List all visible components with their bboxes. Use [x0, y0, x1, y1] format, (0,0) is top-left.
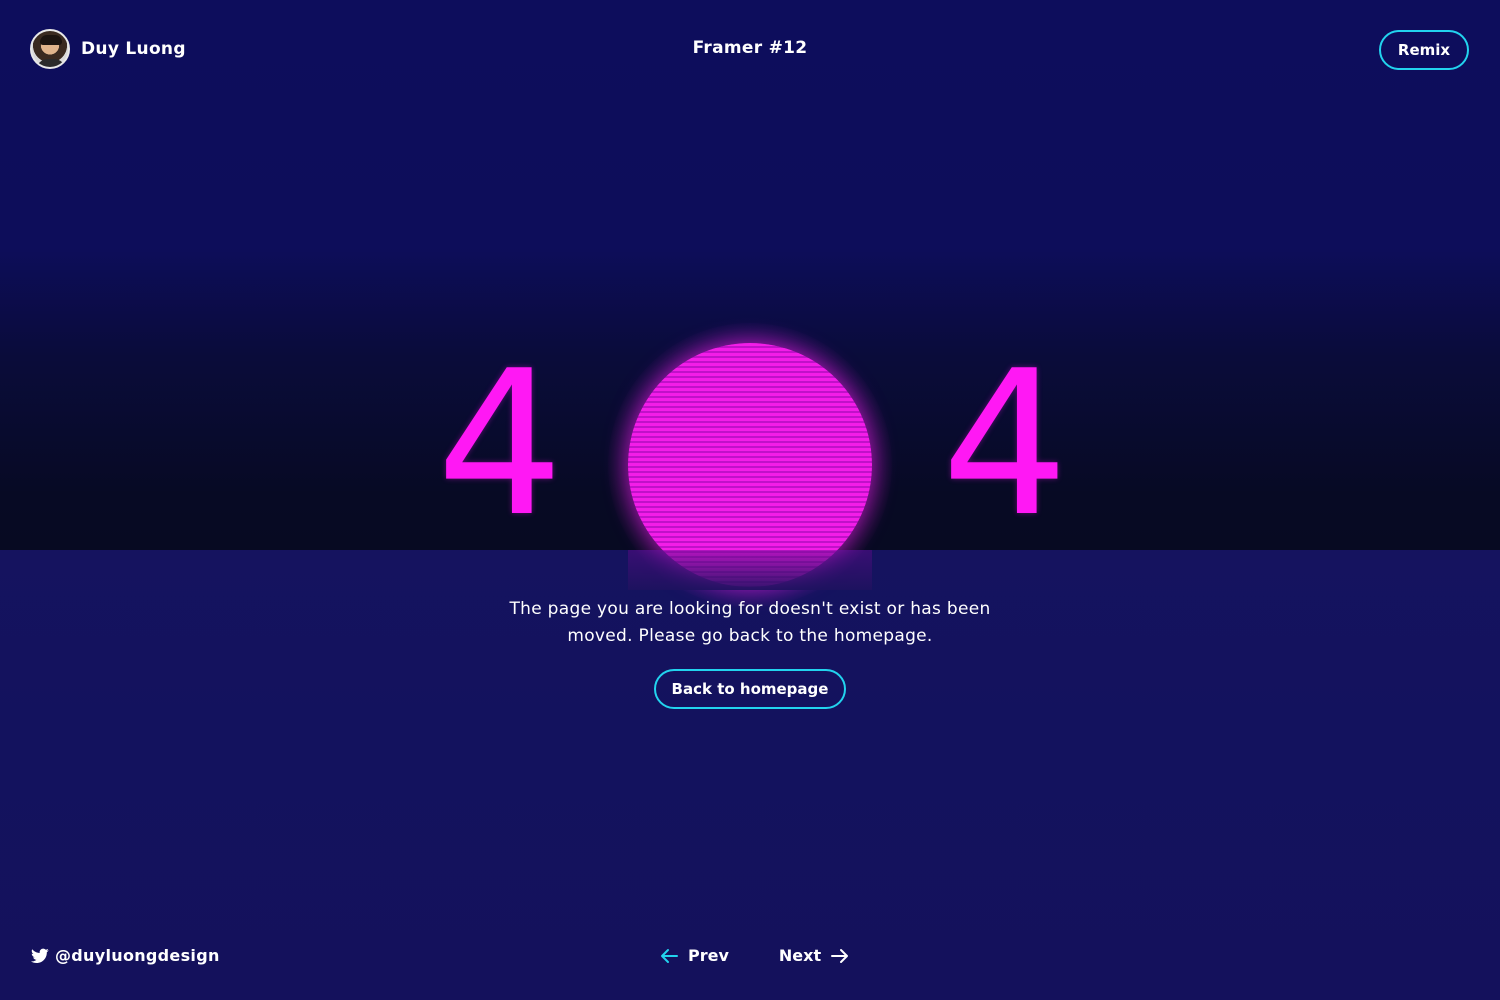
error-message: The page you are looking for doesn't exi… — [509, 599, 991, 646]
sun-reflection — [628, 550, 872, 590]
arrow-left-icon — [661, 948, 678, 963]
twitter-handle: @duyluongdesign — [55, 946, 220, 965]
next-button[interactable]: Next — [779, 946, 849, 965]
error-digit-right: 4 — [941, 328, 1069, 561]
back-to-homepage-button[interactable]: Back to homepage — [654, 669, 846, 709]
prev-label: Prev — [688, 946, 729, 965]
twitter-bird-icon — [31, 948, 49, 963]
pager: Prev Next — [660, 946, 849, 965]
next-label: Next — [778, 946, 822, 965]
arrow-right-icon — [831, 948, 849, 963]
error-digit-left: 4 — [436, 328, 564, 561]
header: Duy Luong Framer #12 Remix — [0, 0, 1500, 100]
prev-button[interactable]: Prev — [660, 946, 729, 965]
remix-button[interactable]: Remix — [1379, 30, 1469, 70]
page-title: Framer #12 — [692, 38, 808, 58]
twitter-link[interactable]: @duyluongdesign — [31, 946, 220, 965]
